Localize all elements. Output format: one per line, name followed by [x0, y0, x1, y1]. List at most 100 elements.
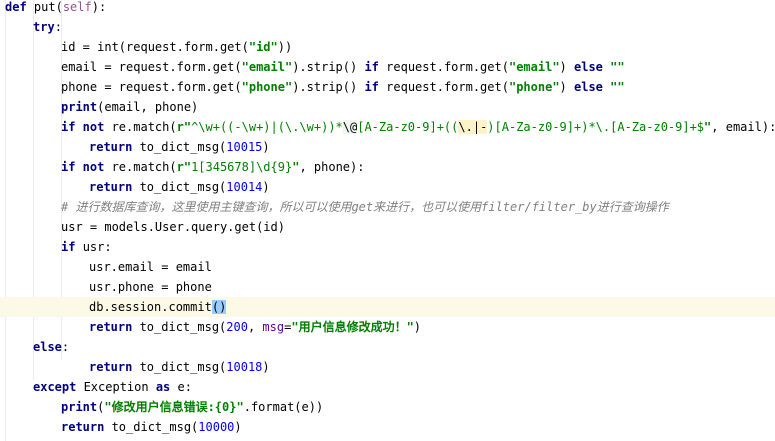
code-token: ) [262, 180, 270, 194]
code-line[interactable]: phone = request.form.get("phone").strip(… [0, 77, 775, 97]
code-token: 10014 [226, 180, 263, 194]
code-token: ) [262, 140, 270, 154]
code-token: usr = models.User.query.get(id) [61, 220, 285, 234]
code-token: ).strip() [292, 60, 365, 74]
code-token: else [574, 80, 611, 94]
code-token: 10000 [198, 420, 235, 434]
code-token: to_dict_msg( [139, 320, 227, 334]
code-line[interactable]: return to_dict_msg(10015) [0, 137, 775, 157]
code-token: except [33, 380, 84, 394]
code-token: return [89, 140, 140, 154]
code-token: return [89, 360, 140, 374]
code-token: ) [559, 80, 574, 94]
code-token: if [364, 60, 387, 74]
code-line[interactable]: except Exception as e: [0, 377, 775, 397]
code-token: "" [610, 80, 625, 94]
code-line[interactable]: id = int(request.form.get("id")) [0, 37, 775, 57]
code-token: print [61, 400, 98, 414]
code-token: return [89, 320, 140, 334]
code-token: ): [91, 0, 107, 14]
code-line[interactable]: usr.phone = phone [0, 277, 775, 297]
code-token: if [364, 80, 387, 94]
code-token: else [574, 60, 611, 74]
code-token: put( [33, 0, 63, 14]
code-token: request.form.get( [386, 60, 509, 74]
code-token: request.form.get( [386, 80, 509, 94]
code-token: msg [262, 320, 285, 334]
code-line[interactable]: def put(self): [0, 0, 775, 17]
code-token: db.session.commit [89, 300, 212, 314]
code-line[interactable]: return to_dict_msg(200, msg="用户信息修改成功！") [0, 317, 775, 337]
code-token: id = [61, 40, 98, 54]
code-line[interactable]: db.session.commit() [0, 297, 775, 317]
code-token: , email): [711, 120, 775, 134]
code-token: else [33, 340, 62, 354]
code-line[interactable]: if not re.match(r"1[345678]\d{9}", phone… [0, 157, 775, 177]
code-token: \@ [342, 120, 358, 134]
code-token: usr: [82, 240, 112, 254]
code-line[interactable]: print(email, phone) [0, 97, 775, 117]
code-token: if [61, 240, 83, 254]
code-line[interactable]: # 进行数据库查询，这里使用主键查询，所以可以使用get来进行，也可以使用fil… [0, 197, 775, 217]
code-token: ).strip() [292, 80, 365, 94]
code-token: return [89, 180, 140, 194]
code-token: re.match( [111, 160, 177, 174]
code-token: "修改用户信息错误:{0}" [104, 400, 244, 414]
code-token: def [5, 0, 34, 14]
code-line[interactable]: try: [0, 17, 775, 37]
code-token: return [61, 420, 112, 434]
code-token: "email" [241, 60, 293, 74]
code-token: "id" [248, 40, 278, 54]
code-line[interactable]: usr.email = email [0, 257, 775, 277]
code-line[interactable]: return to_dict_msg(10014) [0, 177, 775, 197]
code-token: ^\w+((-\w+)|(\.\w+))* [191, 120, 343, 134]
code-line[interactable]: usr = models.User.query.get(id) [0, 217, 775, 237]
code-line[interactable]: if not re.match(r"^\w+((-\w+)|(\.\w+))*\… [0, 117, 775, 137]
code-token: "phone" [508, 80, 560, 94]
code-token: 1[345678]\d{9} [191, 160, 293, 174]
code-token: \.|- [458, 120, 488, 134]
code-token: )) [277, 40, 293, 54]
code-token: 10015 [226, 140, 263, 154]
code-token: ) [413, 320, 422, 334]
code-token: to_dict_msg( [139, 180, 227, 194]
code-token: "用户信息修改成功！" [291, 320, 414, 334]
code-token: ) [234, 420, 242, 434]
code-token: , [247, 320, 263, 334]
code-token: usr.email = email [89, 260, 212, 274]
code-token: "phone" [241, 80, 293, 94]
code-token: phone = request.form.get( [61, 80, 242, 94]
code-token: "" [610, 60, 625, 74]
code-line[interactable]: return to_dict_msg(10000) [0, 417, 775, 437]
code-token: ) [262, 360, 270, 374]
code-line[interactable]: print("修改用户信息错误:{0}".format(e)) [0, 397, 775, 417]
code-line[interactable]: email = request.form.get("email").strip(… [0, 57, 775, 77]
code-token: email = request.form.get( [61, 60, 242, 74]
code-token: "email" [508, 60, 560, 74]
code-line[interactable]: if usr: [0, 237, 775, 257]
code-editor[interactable]: def put(self): try: id = int(request.form.… [0, 0, 775, 441]
code-token: )[A-Za-z0-9]+)*\.[A-Za-z0-9]+$ [487, 120, 705, 134]
code-token: 200 [226, 320, 248, 334]
code-token: # 进行数据库查询，这里使用主键查询，所以可以使用get来进行，也可以使用fil… [61, 200, 669, 214]
code-token: try [33, 20, 55, 34]
code-token: Exception [83, 380, 156, 394]
code-token: ) [219, 300, 227, 314]
code-token: usr.phone = phone [89, 280, 212, 294]
code-token: (email, phone) [97, 100, 199, 114]
code-token: if not [61, 120, 112, 134]
code-token: if not [61, 160, 112, 174]
code-line[interactable]: return to_dict_msg(10018) [0, 357, 775, 377]
code-token: int(request.form.get( [97, 40, 249, 54]
code-token: print [61, 100, 98, 114]
code-token: ) [559, 60, 574, 74]
code-token: ( [211, 300, 220, 314]
code-token: e: [177, 380, 192, 394]
code-token: , phone): [299, 160, 365, 174]
code-token: r" [176, 160, 192, 174]
code-token: 10018 [226, 360, 263, 374]
code-token: to_dict_msg( [139, 140, 227, 154]
code-token: to_dict_msg( [139, 360, 227, 374]
code-token: re.match( [111, 120, 177, 134]
code-line[interactable]: else: [0, 337, 775, 357]
